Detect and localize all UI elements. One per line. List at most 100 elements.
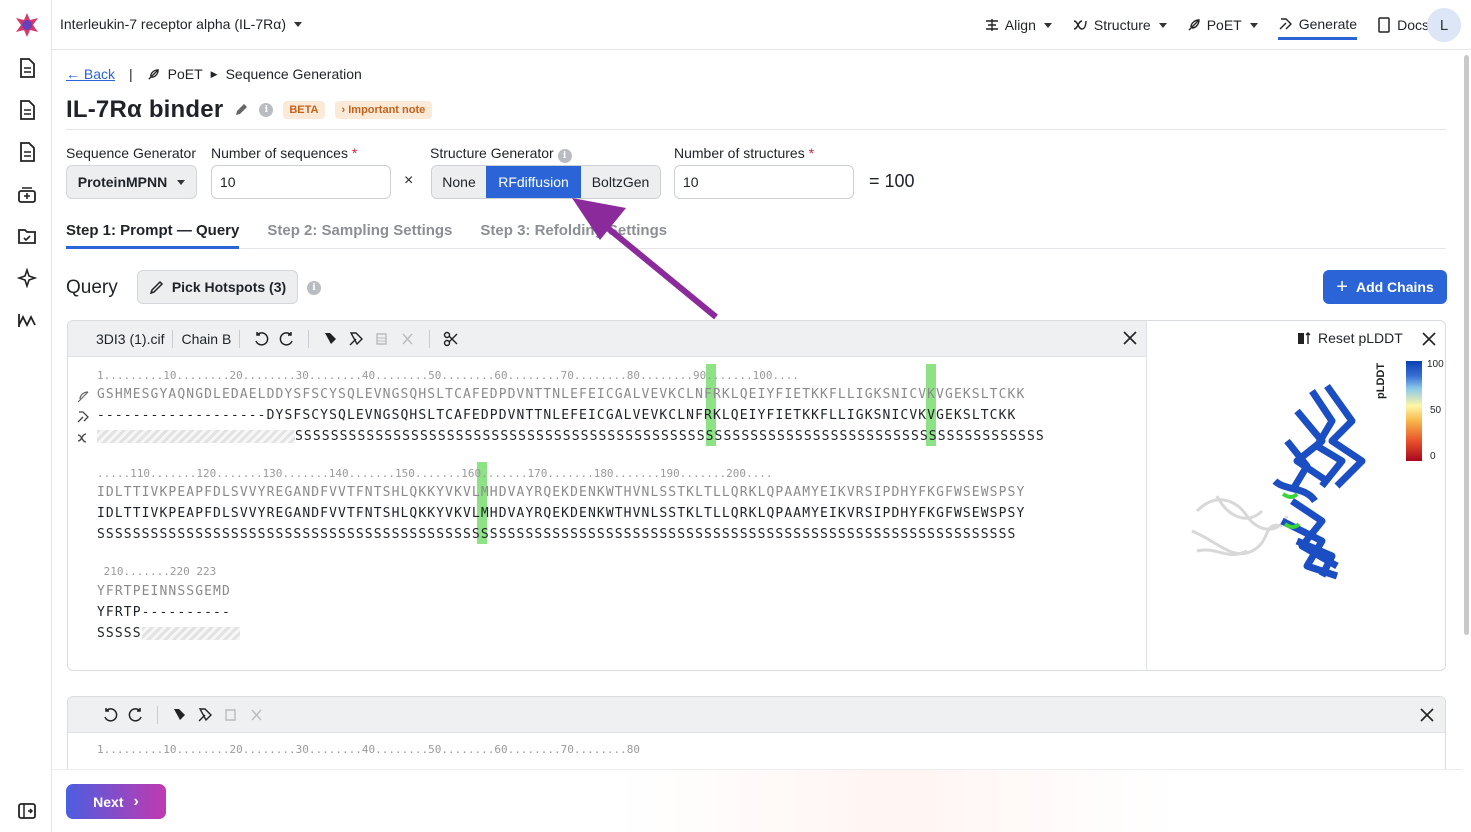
nav-structure[interactable]: Structure (1072, 14, 1167, 36)
edit-icon[interactable] (233, 102, 249, 118)
reference-sequence: YFRTPEINNSSGEMD (97, 584, 231, 599)
bottom-bar (52, 769, 1462, 832)
info-icon[interactable]: i (557, 149, 572, 163)
nav-align[interactable]: Align (985, 14, 1052, 36)
nav-generate-label: Generate (1298, 16, 1358, 32)
nav-align-label: Align (1004, 17, 1036, 33)
reference-sequence: GSHMESGYAQNGDLEDAELDDYSFSCYSQLEVNGSQHSLT… (97, 387, 1026, 402)
chart-icon[interactable] (16, 309, 38, 331)
chain-label[interactable]: Chain B (181, 331, 231, 347)
design-icon[interactable] (317, 329, 343, 349)
close-icon[interactable] (1419, 707, 1435, 728)
stack-icon[interactable] (16, 183, 38, 205)
app-logo-icon[interactable] (14, 12, 40, 43)
tab-step-2[interactable]: Step 2: Sampling Settings (267, 222, 452, 249)
plddt-legend-bar (1406, 361, 1422, 461)
avatar[interactable]: L (1427, 8, 1461, 42)
required-marker: * (351, 145, 358, 161)
structure-row: SSSSS (97, 626, 240, 641)
structure-option-rfdiffusion[interactable]: RFdiffusion (486, 166, 581, 198)
nav-generate[interactable]: Generate (1277, 14, 1358, 40)
gap-run: ------------------- (97, 408, 267, 423)
back-link[interactable]: ← Back (66, 66, 115, 82)
important-note-toggle[interactable]: › Important note (334, 101, 433, 119)
reset-plddt-label: Reset pLDDT (1318, 330, 1403, 346)
scissors-icon[interactable] (438, 329, 464, 349)
nav-poet[interactable]: PoET (1187, 14, 1258, 36)
expand-sidebar-icon[interactable] (16, 800, 38, 822)
project-selector[interactable]: Interleukin-7 receptor alpha (IL-7Rα) (60, 16, 302, 32)
reference-sequence: IDLTTIVKPEAPFDLSVVYREGANDFVVTFNTSHLQKKYV… (97, 485, 1026, 500)
tab-step-1[interactable]: Step 1: Prompt — Query (66, 222, 240, 249)
undo-icon[interactable] (97, 705, 123, 725)
folder-check-icon[interactable] (16, 225, 38, 247)
add-chains-button[interactable]: + Add Chains (1323, 270, 1447, 304)
design-outline-icon[interactable] (192, 705, 218, 725)
hatched-region (141, 627, 240, 640)
add-chains-label: Add Chains (1355, 279, 1434, 295)
nav-structure-label: Structure (1093, 17, 1151, 33)
structure-option-none[interactable]: None (432, 166, 486, 198)
sparkle-icon[interactable] (16, 267, 38, 289)
breadcrumb: ← Back | PoET ▶ Sequence Generation (66, 66, 362, 82)
chevron-down-icon (177, 179, 186, 185)
top-bar: Interleukin-7 receptor alpha (IL-7Rα) Al… (52, 0, 1471, 50)
ruler: 1.........10........20........30........… (97, 743, 641, 756)
structure-generator-label: Structure Generator i (430, 145, 572, 163)
num-sequences-label: Number of sequences * (211, 145, 357, 161)
design-icon[interactable] (166, 705, 192, 725)
feather-icon (1188, 19, 1200, 31)
info-icon[interactable]: i (307, 281, 321, 295)
caret-right-icon: ▶ (210, 68, 218, 79)
close-icon[interactable] (1122, 330, 1138, 349)
ruler: 210.......220 223 (97, 565, 217, 578)
structure-icon (1073, 20, 1087, 30)
undo-icon[interactable] (248, 329, 274, 349)
sequence-generator-dropdown[interactable]: ProteinMPNN (66, 165, 197, 199)
structure-option-boltzgen[interactable]: BoltzGen (581, 166, 660, 198)
plus-icon: + (1336, 275, 1348, 298)
design-outline-icon[interactable] (343, 329, 369, 349)
structure-viewer[interactable]: Reset pLDDT pLDDT 100 50 0 (1147, 321, 1445, 670)
info-icon[interactable]: i (259, 103, 274, 117)
close-icon[interactable] (1421, 331, 1437, 352)
design-hatched-icon (218, 705, 244, 725)
project-name: Interleukin-7 receptor alpha (IL-7Rα) (60, 16, 286, 32)
nav-docs[interactable]: Docs (1377, 14, 1429, 36)
doc-icon[interactable] (16, 57, 38, 79)
main-nav: Align Structure PoET Generate Docs (985, 14, 1429, 40)
align-icon (985, 19, 998, 31)
toolbar-separator (239, 329, 241, 348)
sequence-viewer[interactable]: 1.........10........20........30........… (68, 357, 1146, 670)
generate-icon (77, 411, 89, 423)
chevron-down-icon (1043, 22, 1052, 28)
breadcrumb-separator: | (129, 66, 133, 82)
next-button[interactable]: Next › (66, 784, 166, 819)
nav-docs-label: Docs (1397, 17, 1429, 33)
hatched-region (97, 430, 295, 443)
legend-tick: 50 (1430, 405, 1442, 416)
structure-generator-toggle: None RFdiffusion BoltzGen (431, 165, 661, 199)
reset-plddt-button[interactable]: Reset pLDDT (1296, 330, 1403, 346)
redo-icon[interactable] (274, 329, 300, 349)
num-sequences-input[interactable]: 10 (211, 165, 391, 199)
doc-icon[interactable] (16, 99, 38, 121)
chevron-down-icon (1158, 22, 1167, 28)
chain-toolbar (68, 697, 1445, 733)
doc-icon[interactable] (16, 141, 38, 163)
redo-icon[interactable] (123, 705, 149, 725)
design-hatched-outline-icon (244, 705, 270, 725)
designed-sequence: IDLTTIVKPEAPFDLSVVYREGANDFVVTFNTSHLQKKYV… (97, 506, 1026, 521)
chevron-right-icon: › (133, 792, 139, 810)
num-structures-input[interactable]: 10 (674, 165, 854, 199)
query-heading: Query (66, 277, 118, 298)
multiply-sign: × (404, 172, 414, 189)
tab-step-3[interactable]: Step 3: Refolding Settings (480, 222, 667, 249)
page-scrollbar[interactable] (1464, 55, 1469, 635)
designed-sequence: -------------------DYSFSCYSQLEVNGSQHSLTC… (97, 408, 1016, 423)
structure-row: SSSSSSSSSSSSSSSSSSSSSSSSSSSSSSSSSSSSSSSS… (97, 527, 1017, 542)
pick-hotspots-button[interactable]: Pick Hotspots (3) (137, 270, 298, 304)
breadcrumb-section[interactable]: PoET (168, 66, 203, 82)
beta-badge: BETA (283, 101, 325, 119)
step-tabs: Step 1: Prompt — Query Step 2: Sampling … (66, 222, 1446, 249)
